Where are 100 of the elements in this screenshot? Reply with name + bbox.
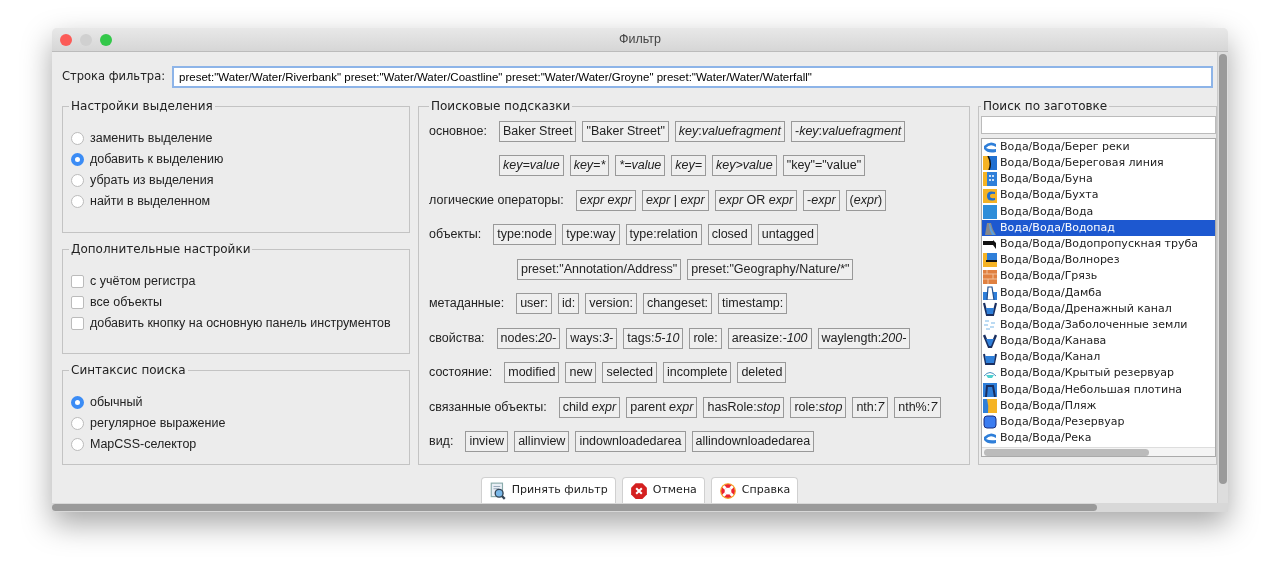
hint-chip[interactable]: inview	[465, 431, 509, 453]
hint-category-label: состояние:	[429, 364, 493, 382]
hint-chip[interactable]: key=value	[499, 155, 564, 177]
hint-chip[interactable]: key>value	[712, 155, 777, 177]
hint-chip[interactable]: "key"="value"	[782, 155, 866, 177]
horizontal-scrollbar[interactable]	[984, 448, 1149, 456]
filter-field[interactable]: preset:"Water/Water/Riverbank" preset:"Water/Water/Coastline" preset:"Water/Water/Groyne" preset:"Water/Water/Waterfall"	[172, 66, 1213, 88]
radio-label: заменить выделение	[90, 130, 213, 148]
preset-list-item[interactable]: Вода/Вода/Резервуар	[982, 414, 1215, 431]
water-icon	[983, 204, 997, 219]
preset-list-item[interactable]: Вода/Вода/Небольшая плотина	[982, 381, 1215, 398]
radio-button[interactable]	[71, 417, 84, 430]
horizontal-scrollbar[interactable]	[52, 504, 1097, 511]
radio-button[interactable]	[71, 132, 84, 145]
radio-label: добавить к выделению	[90, 151, 224, 169]
hint-chip[interactable]: "Baker Street"	[582, 120, 669, 142]
hint-chip[interactable]: deleted	[737, 362, 787, 384]
magnifier-document-icon	[488, 481, 507, 500]
hint-chip[interactable]: role:	[689, 327, 722, 349]
hint-chip[interactable]: key:valuefragment	[674, 120, 785, 142]
preset-list-item[interactable]: Вода/Вода/Берег реки	[982, 139, 1215, 156]
preset-list-item[interactable]: Вода/Вода/Дамба	[982, 284, 1215, 301]
hint-chip[interactable]: *=value	[615, 155, 666, 177]
preset-list-item[interactable]: Вода/Вода/Водопад	[982, 219, 1215, 237]
hint-chip[interactable]: id:	[557, 293, 580, 315]
panel-title: Дополнительные настройки	[69, 241, 253, 257]
radio-button[interactable]	[71, 396, 84, 409]
radio-label: убрать из выделения	[90, 172, 214, 190]
hint-chip[interactable]: untagged	[757, 224, 818, 246]
hint-chip[interactable]: type:node	[493, 224, 557, 246]
hint-chip[interactable]: key=	[671, 155, 707, 177]
preset-list-item[interactable]: Вода/Вода/Буна	[982, 171, 1215, 188]
hint-chip[interactable]: tags:5-10	[623, 327, 684, 349]
vertical-scrollbar[interactable]	[1219, 54, 1227, 484]
hint-chip[interactable]: new	[565, 362, 597, 384]
hint-chip[interactable]: closed	[707, 224, 752, 246]
hint-chip[interactable]: -expr	[803, 189, 840, 211]
checkbox[interactable]	[71, 296, 84, 309]
hint-chip[interactable]: expr | expr	[641, 189, 709, 211]
hint-chip[interactable]: waylength:200-	[817, 327, 911, 349]
preset-search-field[interactable]	[981, 116, 1216, 134]
preset-list-item[interactable]: Вода/Вода/Канава	[982, 333, 1215, 350]
hint-chip[interactable]: Baker Street	[499, 120, 577, 142]
preset-list-item[interactable]: Вода/Вода/Дренажный канал	[982, 300, 1215, 318]
radio-button[interactable]	[71, 438, 84, 451]
hint-chip[interactable]: nodes:20-	[496, 327, 561, 349]
hint-category-label: связанные объекты:	[429, 398, 547, 416]
hint-chip[interactable]: -key:valuefragment	[791, 120, 906, 142]
checkbox-label: все объекты	[90, 294, 162, 312]
hint-chip[interactable]: expr expr	[575, 189, 636, 211]
close-icon[interactable]	[60, 33, 72, 46]
hint-chip[interactable]: allinview	[514, 431, 570, 453]
preset-list-item[interactable]: Вода/Вода/Волнорез	[982, 252, 1215, 269]
hint-chip[interactable]: hasRole:stop	[703, 396, 785, 418]
preset-list-item[interactable]: Вода/Вода/Грязь	[982, 268, 1215, 285]
preset-list-item[interactable]: Вода/Вода/Береговая линия	[982, 155, 1215, 172]
hint-chip[interactable]: key=*	[569, 155, 610, 177]
hint-chip[interactable]: version:	[585, 293, 637, 315]
radio-button[interactable]	[71, 174, 84, 187]
hint-chip[interactable]: allindownloadedarea	[691, 431, 815, 453]
hint-chip[interactable]: nth:7	[852, 396, 889, 418]
hint-chip[interactable]: nth%:7	[894, 396, 942, 418]
hint-category-label: метаданные:	[429, 295, 505, 313]
radio-button[interactable]	[71, 195, 84, 208]
dashes-icon	[983, 318, 997, 333]
cancel-button[interactable]: Отмена	[621, 477, 705, 503]
help-button[interactable]: Справка	[710, 477, 799, 503]
hint-chip[interactable]: preset:"Annotation/Address"	[517, 258, 682, 280]
hint-chip[interactable]: changeset:	[642, 293, 713, 315]
hint-chip[interactable]: areasize:-100	[727, 327, 812, 349]
checkbox[interactable]	[71, 317, 84, 330]
preset-list-item[interactable]: Вода/Вода/Река	[982, 430, 1215, 447]
checkbox[interactable]	[71, 275, 84, 288]
hint-chip[interactable]: parent expr	[626, 396, 698, 418]
hint-chip[interactable]: expr OR expr	[714, 189, 798, 211]
apply-button[interactable]: Принять фильтр	[480, 477, 616, 503]
weir-icon	[983, 382, 997, 397]
preset-list-item[interactable]: Вода/Вода/Крытый резервуар	[982, 365, 1215, 382]
hint-chip[interactable]: type:relation	[625, 224, 702, 246]
preset-list-item[interactable]: Вода/Вода/Бухта	[982, 187, 1215, 204]
hint-chip[interactable]: indownloadedarea	[575, 431, 686, 453]
preset-list-item[interactable]: Вода/Вода/Вода	[982, 203, 1215, 220]
preset-list-item[interactable]: Вода/Вода/Канал	[982, 349, 1215, 366]
hint-chip[interactable]: preset:"Geography/Nature/*"	[687, 258, 854, 280]
hint-chip[interactable]: user:	[516, 293, 552, 315]
hint-chip[interactable]: selected	[602, 362, 657, 384]
hint-chip[interactable]: ways:3-	[566, 327, 618, 349]
hint-chip[interactable]: incomplete	[662, 362, 732, 384]
preset-list-item[interactable]: Вода/Вода/Заболоченные земли	[982, 317, 1215, 334]
hint-chip[interactable]: role:stop	[790, 396, 847, 418]
preset-list-item[interactable]: Вода/Вода/Пляж	[982, 398, 1215, 415]
zoom-icon[interactable]	[100, 33, 112, 46]
hint-chip[interactable]: (expr)	[845, 189, 887, 211]
hint-chip[interactable]: timestamp:	[718, 293, 788, 315]
hint-chip[interactable]: modified	[504, 362, 560, 384]
preset-list-item[interactable]: Вода/Вода/Водопропускная труба	[982, 236, 1215, 253]
hint-chip[interactable]: type:way	[562, 224, 620, 246]
breakwater-icon	[983, 253, 997, 268]
radio-button[interactable]	[71, 153, 84, 166]
hint-chip[interactable]: child expr	[558, 396, 621, 418]
